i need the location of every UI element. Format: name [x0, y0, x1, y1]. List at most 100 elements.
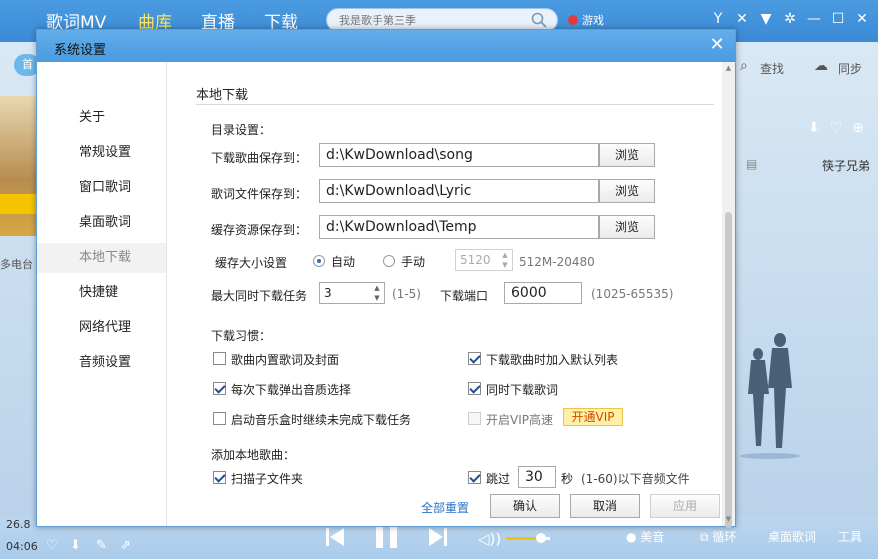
default-list-label: 下载歌曲时加入默认列表 [486, 353, 619, 367]
lyric-path-label: 歌词文件保存到： [211, 187, 308, 201]
quality-popup-label: 每次下载弹出音质选择 [231, 383, 352, 397]
find-tool[interactable]: 查找 [760, 60, 784, 77]
cache-auto-radio[interactable] [313, 255, 325, 267]
cancel-button[interactable]: 取消 [570, 494, 640, 518]
max-tasks-stepper[interactable]: 3 ▲ ▼ [319, 282, 385, 304]
game-link[interactable]: 游戏 [568, 12, 604, 28]
antenna-icon[interactable]: Y [710, 10, 726, 28]
sidebar-item-about[interactable]: 关于 [37, 103, 166, 133]
quality-popup-checkbox[interactable] [213, 382, 226, 395]
section-title: 本地下载 [196, 88, 249, 103]
open-vip-button[interactable]: 开通VIP [563, 408, 623, 426]
sound-effect-toggle[interactable]: ● 美音 [626, 528, 664, 545]
volume-level: 26.8 [6, 518, 31, 531]
default-list-checkbox[interactable] [468, 352, 481, 365]
loop-mode[interactable]: ⧉ 循环 [700, 528, 736, 545]
album-art [0, 96, 40, 236]
browse-song-button[interactable]: 浏览 [599, 143, 655, 167]
embed-lyrics-label: 歌曲内置歌词及封面 [231, 353, 340, 367]
port-input[interactable] [504, 282, 582, 304]
scan-subfolders-checkbox[interactable] [213, 471, 226, 484]
minimize-icon[interactable]: — [806, 10, 822, 28]
shirt-icon[interactable]: ▼ [758, 10, 774, 28]
cache-path-input[interactable] [319, 215, 599, 239]
sidebar-item-proxy[interactable]: 网络代理 [37, 313, 166, 343]
local-heading: 添加本地歌曲： [211, 448, 296, 462]
close-icon[interactable]: ✕ [706, 34, 728, 56]
sidebar-item-audio[interactable]: 音频设置 [37, 348, 166, 378]
skip-seconds-input[interactable] [518, 466, 556, 488]
next-icon[interactable] [428, 526, 448, 548]
search-icon[interactable] [531, 12, 547, 28]
pause-button[interactable] [373, 526, 401, 548]
sidebar-item-shortcuts[interactable]: 快捷键 [37, 278, 166, 308]
skip-short-checkbox[interactable] [468, 471, 481, 484]
download-icon[interactable]: ⬇ [808, 120, 820, 136]
settings-content: 本地下载 目录设置： 下载歌曲保存到： 浏览 歌词文件保存到： 浏览 缓存资源保… [168, 62, 720, 526]
lyric-path-input[interactable] [319, 179, 599, 203]
tools-button[interactable]: 工具 [838, 528, 862, 545]
search-input[interactable] [327, 9, 517, 31]
song-path-input[interactable] [319, 143, 599, 167]
content-scrollbar[interactable]: ▲ ▼ [722, 62, 735, 528]
chevron-down-icon[interactable]: ▼ [372, 294, 382, 303]
cache-manual-radio[interactable] [383, 255, 395, 267]
resume-tasks-checkbox[interactable] [213, 412, 226, 425]
max-tasks-value: 3 [324, 286, 332, 300]
embed-lyrics-checkbox[interactable] [213, 352, 226, 365]
habits-heading: 下载习惯： [211, 329, 272, 343]
share-icon[interactable]: ✎ [96, 538, 107, 553]
skip-unit: 秒 [561, 472, 574, 486]
apply-button: 应用 [650, 494, 720, 518]
chevron-up-icon[interactable]: ▲ [372, 284, 382, 293]
cache-size-stepper[interactable]: 5120 ▲ ▼ [455, 249, 513, 271]
gear-icon[interactable]: ✲ [782, 10, 798, 28]
download-lyrics-label: 同时下载歌词 [486, 383, 559, 397]
search-tool-icon[interactable]: ⌕ [740, 58, 748, 74]
cloud-icon[interactable]: ☁ [814, 58, 828, 74]
scroll-down-icon[interactable]: ▼ [722, 513, 735, 525]
chevron-down-icon[interactable]: ▼ [500, 261, 510, 270]
reset-all-link[interactable]: 全部重置 [421, 499, 469, 516]
section-divider [196, 104, 714, 105]
skip-range: (1-60)以下音频文件 [581, 472, 690, 486]
chevron-up-icon[interactable]: ▲ [500, 251, 510, 260]
cache-size-range: 512M-20480 [519, 255, 595, 269]
sidebar-item-local-download[interactable]: 本地下载 [37, 243, 166, 273]
play-time: 04:06 [6, 540, 38, 553]
max-tasks-range: (1-5) [392, 287, 421, 301]
maximize-icon[interactable]: ☐ [830, 10, 846, 28]
sidebar-item-window-lyrics[interactable]: 窗口歌词 [37, 173, 166, 203]
sidebar-item-general[interactable]: 常规设置 [37, 138, 166, 168]
game-label: 游戏 [582, 14, 604, 27]
desktop-lyrics-button[interactable]: 桌面歌词 [768, 528, 816, 545]
scrollbar-thumb[interactable] [725, 212, 732, 528]
settings-dialog: 系统设置 ✕ 关于 常规设置 窗口歌词 桌面歌词 本地下载 快捷键 网络代理 音… [36, 29, 736, 528]
dialog-title: 系统设置 [54, 43, 107, 58]
sidebar-item-desktop-lyrics[interactable]: 桌面歌词 [37, 208, 166, 238]
skip-label: 跳过 [486, 472, 511, 486]
song-artist: 筷子兄弟 [822, 159, 871, 173]
download-icon[interactable]: ⬇ [70, 538, 81, 553]
more-icon[interactable]: ⊕ [852, 120, 864, 136]
max-tasks-label: 最大同时下载任务 [211, 289, 308, 303]
cache-size-value: 5120 [460, 253, 491, 267]
download-lyrics-checkbox[interactable] [468, 382, 481, 395]
previous-icon[interactable] [325, 526, 345, 548]
scroll-up-icon[interactable]: ▲ [722, 62, 735, 74]
volume-icon[interactable]: ◁)) [478, 530, 501, 548]
browse-lyric-button[interactable]: 浏览 [599, 179, 655, 203]
browse-cache-button[interactable]: 浏览 [599, 215, 655, 239]
sync-tool[interactable]: 同步 [838, 60, 862, 77]
scan-subfolders-label: 扫描子文件夹 [231, 472, 304, 486]
left-label: 多电台 [0, 258, 33, 271]
song-path-label: 下载歌曲保存到： [211, 151, 308, 165]
export-icon[interactable]: ⇗ [120, 538, 131, 553]
close-icon[interactable]: ✕ [854, 10, 870, 28]
cache-manual-label: 手动 [401, 255, 426, 269]
volume-slider[interactable] [506, 533, 550, 543]
heart-icon[interactable]: ♡ [830, 120, 843, 136]
confirm-button[interactable]: 确认 [490, 494, 560, 518]
shrink-icon[interactable]: ✕ [734, 10, 750, 28]
heart-icon[interactable]: ♡ [46, 538, 58, 553]
